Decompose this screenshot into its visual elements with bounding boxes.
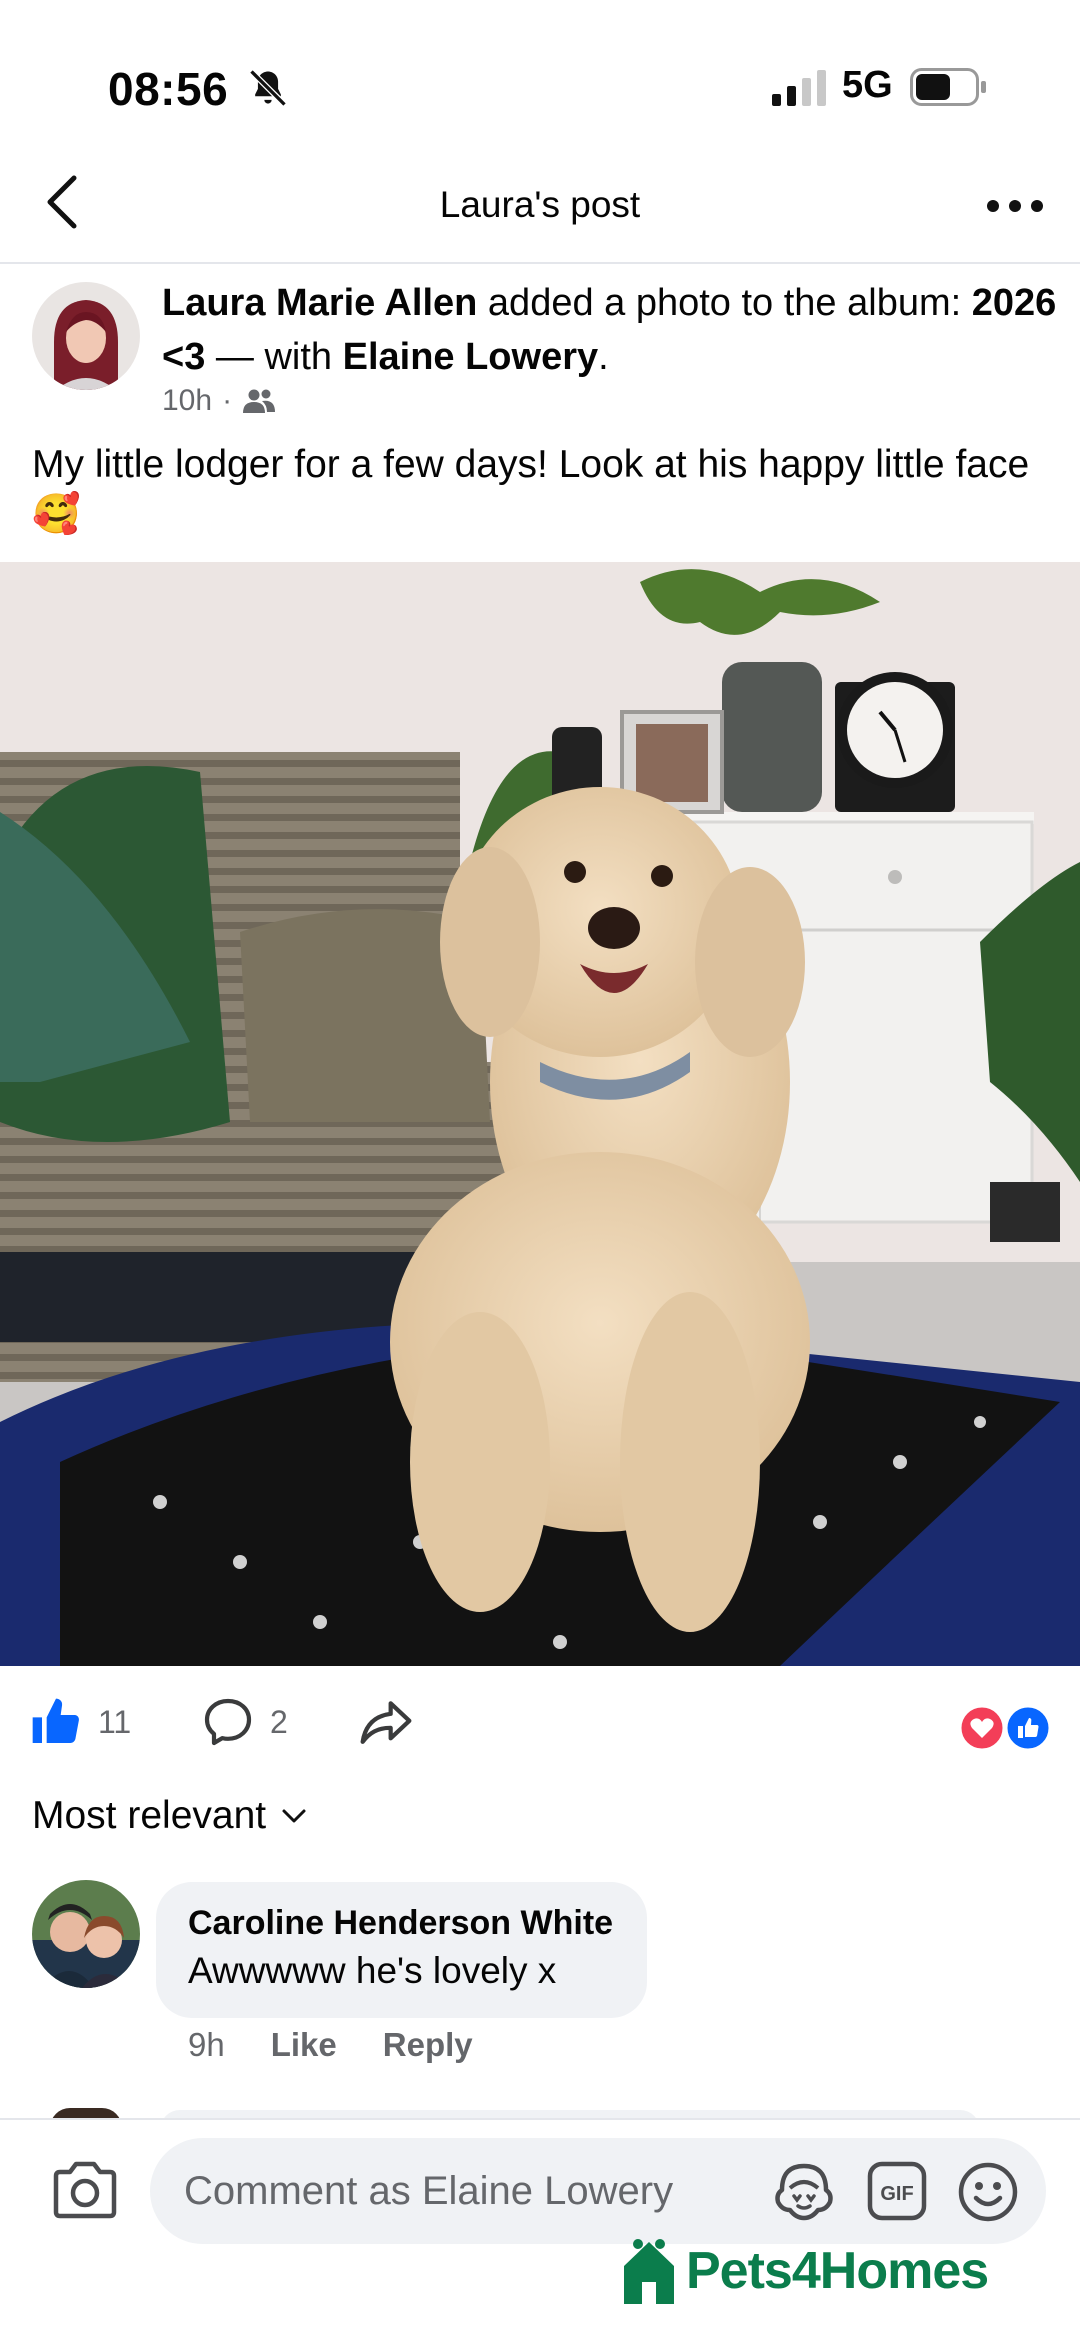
post-header: Laura Marie Allen added a photo to the a… bbox=[162, 276, 1062, 384]
signal-icon bbox=[772, 70, 826, 106]
comment-count: 2 bbox=[270, 1703, 288, 1740]
tagged-user[interactable]: Elaine Lowery bbox=[343, 336, 599, 378]
like-count: 11 bbox=[98, 1703, 132, 1740]
more-options-button[interactable] bbox=[980, 186, 1050, 226]
emoji-icon[interactable] bbox=[956, 2160, 1020, 2224]
thumbs-up-icon bbox=[32, 1698, 79, 1743]
header-period: . bbox=[598, 336, 609, 378]
page-title: Laura's post bbox=[439, 184, 641, 225]
author-name[interactable]: Laura Marie Allen bbox=[162, 282, 477, 324]
divider bbox=[0, 262, 1080, 264]
pets4homes-watermark: Pets4Homes bbox=[620, 2236, 989, 2306]
post-time[interactable]: 10h bbox=[162, 384, 212, 418]
like-button[interactable]: 11 bbox=[28, 1694, 131, 1750]
comment-button[interactable]: 2 bbox=[200, 1694, 288, 1750]
battery-icon bbox=[910, 68, 986, 106]
commenter-name[interactable]: Caroline Henderson White bbox=[188, 1900, 613, 1946]
commenter-avatar[interactable] bbox=[32, 1880, 140, 1988]
comment-time: 9h bbox=[188, 2026, 225, 2063]
camera-icon[interactable] bbox=[50, 2160, 120, 2220]
post-photo[interactable] bbox=[0, 562, 1080, 1666]
comment-reply-button[interactable]: Reply bbox=[383, 2026, 473, 2064]
comment-actions: 9h Like Reply bbox=[188, 2026, 473, 2064]
reaction-summary-icons[interactable] bbox=[958, 1704, 1058, 1752]
avatar-sticker-icon[interactable] bbox=[772, 2160, 836, 2222]
comment-sort-dropdown[interactable]: Most relevant bbox=[32, 1794, 308, 1838]
comment-bubble: Caroline Henderson White Awwwww he's lov… bbox=[156, 1882, 648, 2018]
sort-label: Most relevant bbox=[32, 1794, 267, 1837]
post-text: My little lodger for a few days! Look at… bbox=[32, 440, 1052, 540]
post-meta: 10h · bbox=[162, 384, 276, 418]
status-time: 08:56 bbox=[108, 63, 229, 115]
post-body: My little lodger for a few days! Look at… bbox=[32, 443, 1030, 486]
bell-muted-icon bbox=[249, 69, 287, 107]
chevron-down-icon bbox=[282, 1809, 306, 1823]
network-label: 5G bbox=[842, 64, 893, 106]
pets4homes-logo-icon bbox=[624, 2239, 674, 2304]
gif-button[interactable]: GIF bbox=[866, 2160, 928, 2222]
share-arrow-icon[interactable] bbox=[356, 1694, 416, 1750]
friends-audience-icon[interactable] bbox=[242, 388, 276, 414]
comment-text: Awwwww he's lovely x bbox=[188, 1950, 557, 1991]
post-action: added a photo to the album: bbox=[487, 282, 962, 324]
author-avatar[interactable] bbox=[32, 282, 140, 390]
smiling-hearts-emoji: 🥰 bbox=[32, 493, 81, 536]
watermark-text: Pets4Homes bbox=[686, 2242, 989, 2300]
comment-like-button[interactable]: Like bbox=[271, 2026, 337, 2064]
comment-bubble-icon bbox=[204, 1698, 252, 1746]
meta-separator: · bbox=[222, 384, 233, 417]
gif-label: GIF bbox=[880, 2183, 913, 2205]
with-prefix: — with bbox=[215, 336, 333, 378]
